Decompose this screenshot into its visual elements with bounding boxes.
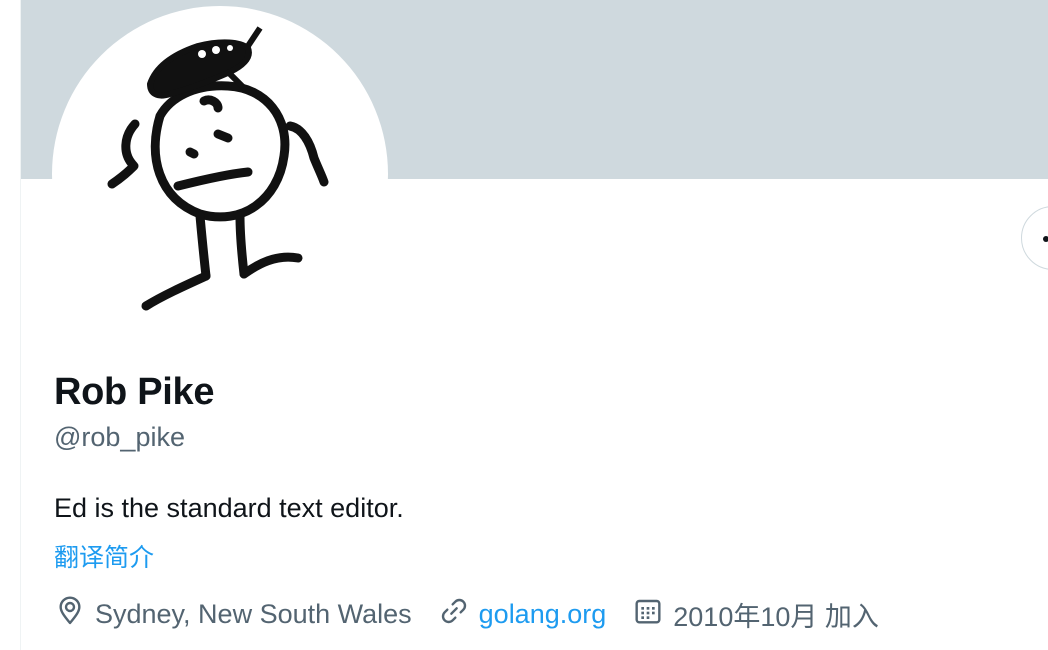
location-pin-icon	[54, 595, 95, 634]
more-dots-icon	[1043, 236, 1048, 242]
location-item: Sydney, New South Wales	[54, 595, 412, 634]
website-item: golang.org	[438, 595, 607, 634]
avatar-drawing	[107, 26, 329, 311]
website-link[interactable]: golang.org	[479, 599, 607, 630]
more-options-button[interactable]	[1021, 206, 1048, 270]
profile-meta: Sydney, New South Wales golang.org 2010年…	[54, 595, 905, 633]
avatar[interactable]	[52, 6, 388, 342]
link-icon	[438, 595, 479, 634]
handle: @rob_pike	[54, 422, 185, 452]
calendar-icon	[632, 595, 673, 634]
bio: Ed is the standard text editor.	[54, 493, 404, 523]
display-name: Rob Pike	[54, 371, 215, 413]
joined-text: 2010年10月 加入	[673, 601, 879, 632]
translate-bio-link[interactable]: 翻译简介	[54, 538, 154, 574]
joined-item: 2010年10月 加入	[632, 595, 879, 634]
location-text: Sydney, New South Wales	[95, 598, 412, 629]
